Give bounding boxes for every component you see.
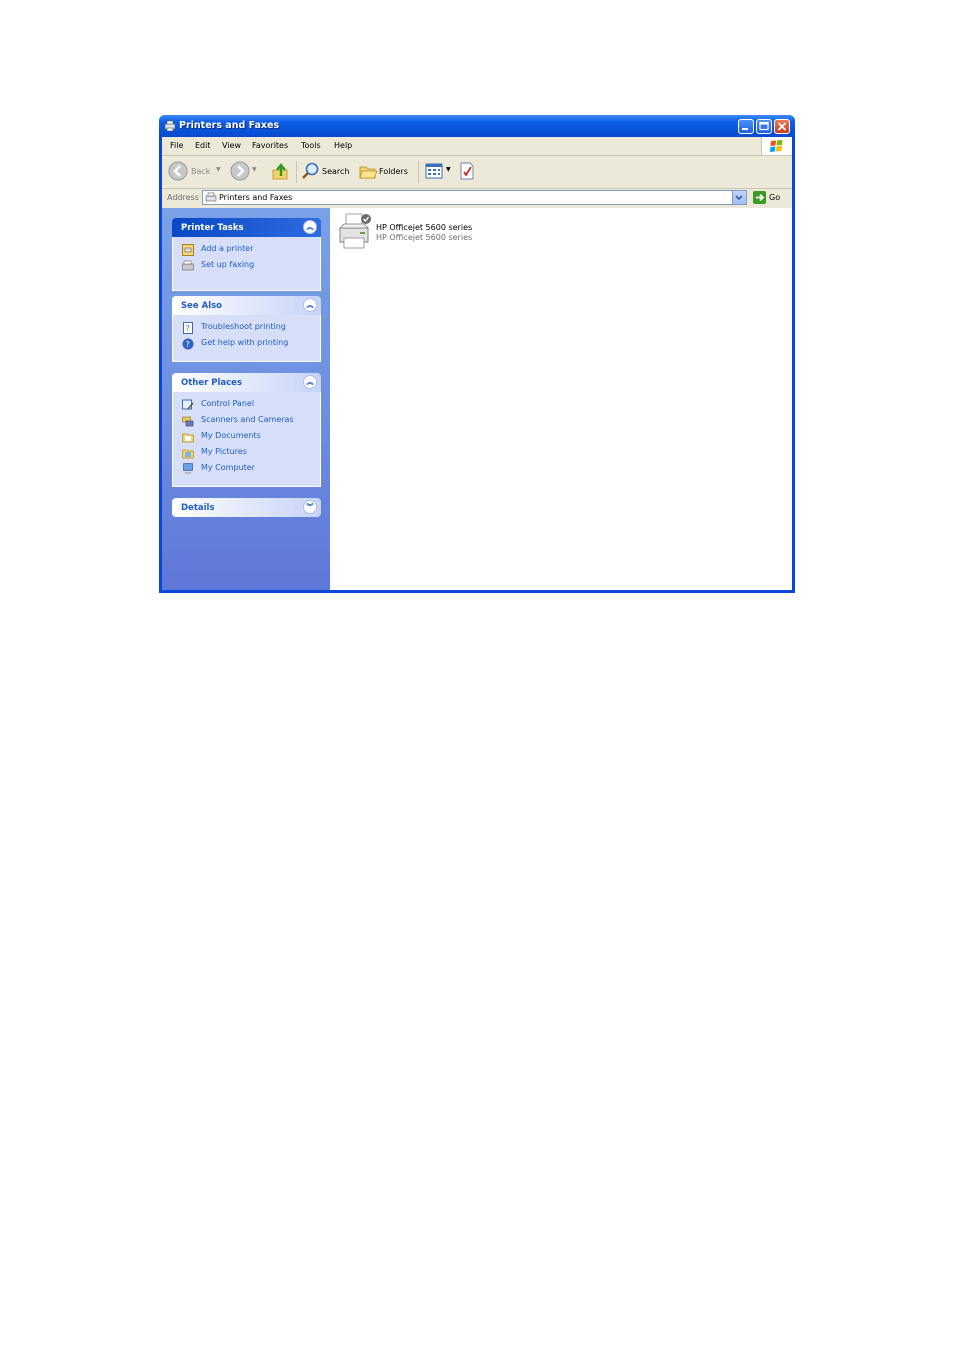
- forward-button[interactable]: ▼: [230, 161, 260, 181]
- details-header[interactable]: Details ︾: [172, 498, 321, 517]
- maximize-icon: [759, 121, 769, 131]
- see-also-header[interactable]: See Also ︽: [172, 296, 321, 315]
- other-places-body: Control Panel Scanners and Cameras My Do…: [172, 392, 321, 487]
- menu-file[interactable]: File: [170, 141, 183, 150]
- task-label: Set up faxing: [201, 260, 255, 269]
- address-value: Printers and Faxes: [219, 193, 293, 202]
- panel-title: Printer Tasks: [181, 223, 244, 233]
- menu-edit[interactable]: Edit: [195, 141, 211, 150]
- fax-icon: [182, 260, 194, 271]
- panel-title: Other Places: [181, 378, 242, 388]
- address-dropdown-button[interactable]: [732, 191, 746, 204]
- views-dropdown-arrow[interactable]: ▼: [446, 166, 451, 173]
- close-button[interactable]: [774, 119, 790, 134]
- link-label: Control Panel: [201, 399, 255, 408]
- menu-view[interactable]: View: [222, 141, 241, 150]
- see-also-panel: See Also ︽ ? Troubleshoot printing ? Get…: [172, 296, 321, 362]
- search-icon: [302, 162, 319, 179]
- views-button[interactable]: ▼: [424, 161, 452, 181]
- my-computer-icon: [183, 463, 193, 474]
- back-dropdown-arrow[interactable]: ▼: [216, 166, 221, 173]
- minimize-icon: [742, 128, 748, 130]
- menu-help[interactable]: Help: [334, 141, 352, 150]
- maximize-button[interactable]: [756, 119, 772, 134]
- explorer-window: Printers and Faxes File Edit View Favori…: [159, 115, 795, 593]
- sync-button[interactable]: [458, 161, 476, 181]
- folders-icon: [359, 166, 378, 179]
- forward-icon: [230, 161, 250, 181]
- chevron-down-icon: [735, 195, 743, 201]
- up-folder-icon: [272, 163, 288, 180]
- task-pane: Printer Tasks ︽ Add a printer Set up fax…: [162, 208, 330, 590]
- details-panel: Details ︾: [172, 498, 321, 517]
- task-label: Add a printer: [201, 244, 254, 253]
- printer-fax-icon: [164, 120, 176, 132]
- my-documents-icon: [182, 433, 194, 443]
- scanner-camera-icon: [182, 416, 194, 427]
- other-places-panel: Other Places ︽ Control Panel Scanners an…: [172, 373, 321, 487]
- other-places-header[interactable]: Other Places ︽: [172, 373, 321, 392]
- my-pictures-icon: [182, 449, 194, 459]
- printer-subtitle: HP Officejet 5600 series: [376, 233, 473, 242]
- printer-tasks-body: Add a printer Set up faxing: [172, 237, 321, 291]
- views-icon: [425, 163, 443, 179]
- address-field[interactable]: Printers and Faxes: [202, 190, 747, 205]
- folders-label: Folders: [379, 167, 408, 176]
- svg-text:?: ?: [186, 324, 190, 333]
- printer-fax-icon: [205, 192, 217, 202]
- link-label: My Documents: [201, 431, 261, 440]
- link-label: Scanners and Cameras: [201, 415, 294, 424]
- address-bar: Address Printers and Faxes Go: [162, 189, 792, 207]
- file-list-pane: HP Officejet 5600 series HP Officejet 56…: [330, 208, 792, 590]
- sync-icon: [460, 162, 474, 180]
- windows-logo-icon: [770, 140, 783, 152]
- up-button[interactable]: [270, 161, 290, 181]
- search-label: Search: [322, 167, 350, 176]
- minimize-button[interactable]: [738, 119, 754, 134]
- back-label: Back: [191, 167, 211, 176]
- link-label: Troubleshoot printing: [201, 322, 286, 331]
- printer-icon: [339, 213, 371, 249]
- forward-dropdown-arrow[interactable]: ▼: [252, 166, 257, 173]
- collapse-icon[interactable]: ︽: [303, 298, 317, 312]
- help-icon: ?: [182, 338, 194, 350]
- close-icon: [777, 122, 787, 131]
- collapse-icon[interactable]: ︽: [303, 375, 317, 389]
- printer-item[interactable]: HP Officejet 5600 series HP Officejet 56…: [336, 212, 536, 254]
- menu-favorites[interactable]: Favorites: [252, 141, 288, 150]
- link-label: Get help with printing: [201, 338, 289, 347]
- go-label: Go: [769, 193, 781, 202]
- address-label: Address: [167, 193, 199, 202]
- title-bar[interactable]: Printers and Faxes: [159, 115, 795, 137]
- go-button[interactable]: Go: [753, 190, 789, 205]
- go-arrow-icon: [753, 191, 766, 204]
- folders-button[interactable]: Folders: [358, 161, 412, 181]
- printer-name: HP Officejet 5600 series: [376, 223, 473, 232]
- window-client: File Edit View Favorites Tools Help Back…: [162, 137, 792, 590]
- menu-tools[interactable]: Tools: [301, 141, 321, 150]
- expand-icon[interactable]: ︾: [303, 500, 317, 514]
- control-panel-icon: [182, 399, 194, 410]
- menu-bar: File Edit View Favorites Tools Help: [162, 137, 792, 156]
- toolbar: Back ▼ ▼ Search Folders ▼: [162, 156, 792, 189]
- panel-title: See Also: [181, 301, 223, 311]
- svg-text:?: ?: [186, 340, 190, 349]
- back-button[interactable]: Back ▼: [168, 161, 222, 181]
- printer-tasks-panel: Printer Tasks ︽ Add a printer Set up fax…: [172, 218, 321, 291]
- printer-tasks-header[interactable]: Printer Tasks ︽: [172, 218, 321, 237]
- back-icon: [168, 161, 188, 181]
- collapse-icon[interactable]: ︽: [303, 220, 317, 234]
- panel-title: Details: [181, 503, 215, 513]
- help-page-icon: ?: [183, 322, 193, 334]
- search-button[interactable]: Search: [301, 161, 353, 181]
- toolbar-separator: [296, 161, 297, 183]
- link-label: My Pictures: [201, 447, 247, 456]
- windows-logo: [761, 137, 792, 155]
- see-also-body: ? Troubleshoot printing ? Get help with …: [172, 315, 321, 362]
- link-label: My Computer: [201, 463, 255, 472]
- toolbar-separator: [418, 161, 419, 183]
- window-title: Printers and Faxes: [179, 120, 280, 131]
- add-printer-icon: [182, 244, 194, 256]
